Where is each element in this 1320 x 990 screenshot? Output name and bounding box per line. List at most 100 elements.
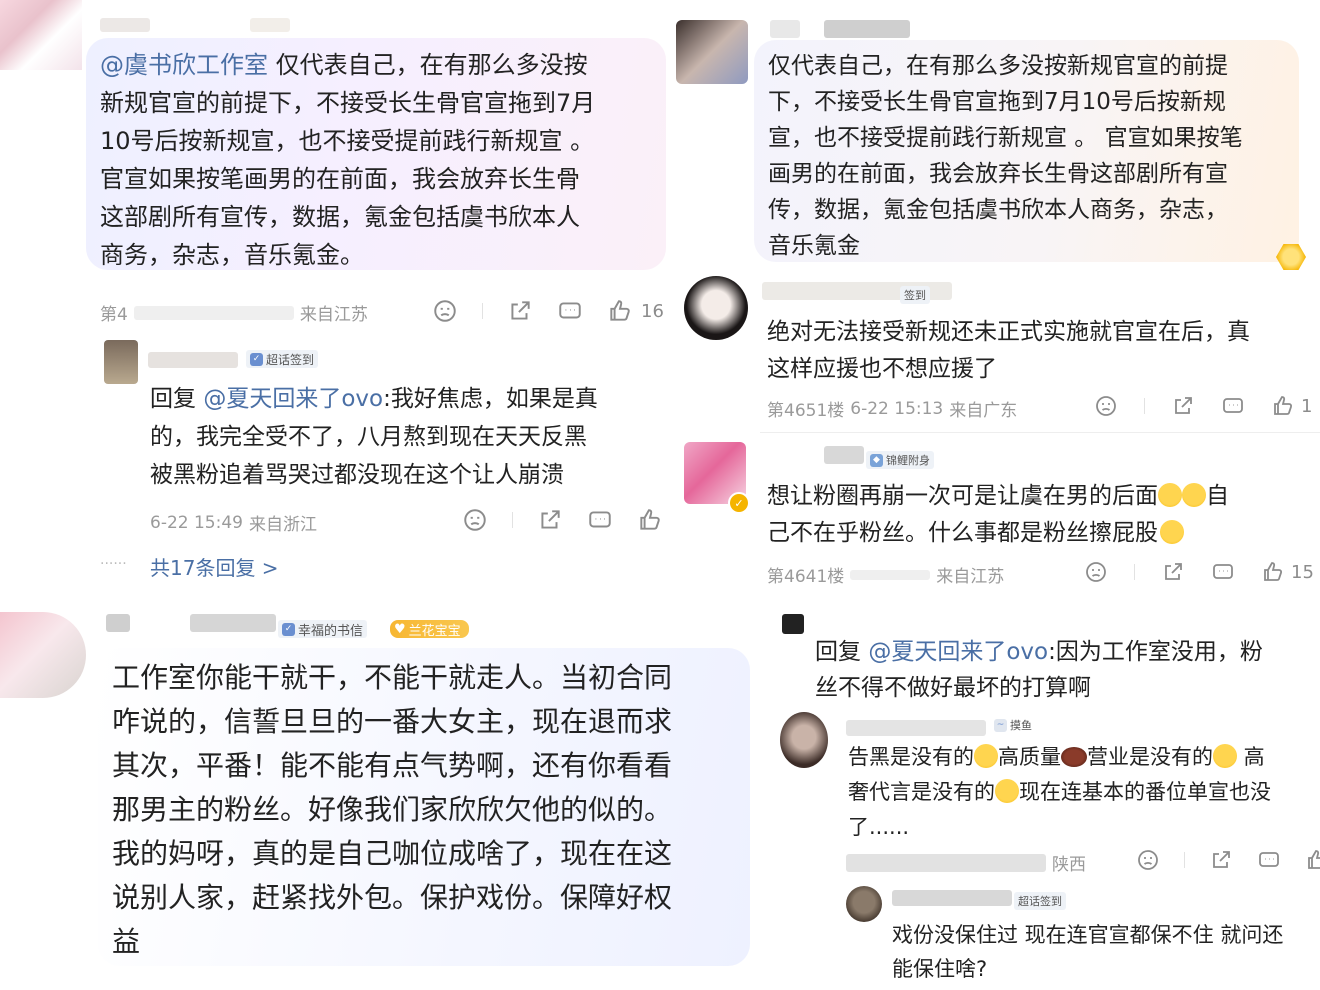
fish-badge-icon: ~ [994, 718, 1007, 732]
koi-badge-icon: ◆ [870, 453, 883, 467]
floor-number: 第4651楼 [767, 401, 845, 421]
comment-time: 6-22 15:13 [850, 398, 944, 419]
mention-link[interactable]: @夏天回来了ovo [868, 639, 1048, 665]
like-icon[interactable] [607, 298, 633, 324]
avatar-blurred[interactable] [782, 614, 804, 634]
username-blurred[interactable] [824, 446, 864, 464]
comment-bubble: 工作室你能干就干，不能干就走人。当初合同 咋说的，信誓旦旦的一番大女主，现在退而… [98, 648, 750, 966]
laugh-emoji-icon [995, 779, 1019, 803]
comment-bubble: 仅代表自己，在有那么多没按新规官宣的前提 下，不接受长生骨官宣拖到7月10号后按… [754, 40, 1299, 262]
action-bar: 15 [1084, 560, 1314, 584]
dislike-icon[interactable] [1094, 394, 1118, 418]
coffee-bean-emoji-icon [1061, 747, 1087, 767]
comment-icon[interactable] [1221, 394, 1245, 418]
reply-text: 告黑是没有的 高质量 营业是没有的 高奢代言是没有的 现在连基本的番位单宣也没 了..… [848, 744, 1271, 839]
comment-meta: 第4641楼 来自江苏 [767, 562, 1004, 587]
comment-text: 仅代表自己，在有那么多没按新规官宣的前提 下，不接受长生骨官宣拖到7月10号后按… [768, 53, 1243, 259]
fan-level-badge: ♥ 兰花宝宝 [390, 620, 469, 639]
divider [512, 512, 513, 528]
verified-icon: ✓ [728, 492, 750, 514]
username-blurred[interactable] [148, 352, 238, 368]
check-badge-icon: ✓ [250, 352, 263, 366]
location-text: 来自浙江 [248, 515, 317, 535]
like-icon[interactable] [1305, 848, 1320, 872]
comment-icon[interactable] [587, 507, 613, 533]
reply-time: 6-22 15:49 [150, 512, 243, 533]
username-blurred[interactable] [106, 614, 130, 632]
avatar[interactable] [104, 340, 138, 384]
avatar[interactable] [684, 276, 748, 340]
share-icon[interactable] [1171, 394, 1195, 418]
location-text: 来自江苏 [936, 567, 1005, 587]
check-badge-icon: ✓ [282, 622, 295, 636]
action-bar [462, 507, 663, 533]
username-blurred[interactable] [846, 720, 986, 736]
like-count: 1 [1301, 395, 1313, 417]
user-badge: ◆ 锦鲤附身 [866, 451, 934, 469]
like-icon[interactable] [1261, 560, 1285, 584]
avatar[interactable] [846, 886, 882, 922]
laugh-emoji-icon [1213, 744, 1237, 768]
reply-text: 回复 @夏天回来了ovo:我好焦虑，如果是真 的，我完全受不了，八月熬到现在天天… [150, 386, 598, 488]
divider [1134, 564, 1135, 580]
reply-meta: 陕西 [846, 850, 1086, 875]
comment-icon[interactable] [1211, 560, 1235, 584]
user-badge: ~ 摸鱼 [990, 716, 1036, 734]
divider [482, 303, 483, 319]
user-badge: 超话签到 [1014, 892, 1066, 910]
comment-text: 工作室你能干就干，不能干就走人。当初合同 咋说的，信誓旦旦的一番大女主，现在退而… [112, 661, 673, 958]
reply-text: 戏份没保住过 现在连官宣都保不住 就问还 能保住啥? [892, 923, 1284, 981]
divider [1184, 852, 1185, 868]
divider [1144, 398, 1145, 414]
username-blurred[interactable] [770, 20, 800, 38]
share-icon[interactable] [1209, 848, 1233, 872]
share-icon[interactable] [537, 507, 563, 533]
like-icon[interactable] [1271, 394, 1295, 418]
divider [760, 432, 1320, 433]
avatar[interactable] [0, 612, 86, 698]
dislike-icon[interactable] [432, 298, 458, 324]
user-badge: 签到 [900, 286, 930, 304]
laugh-emoji-icon [1158, 483, 1182, 507]
username-blurred[interactable] [824, 20, 910, 38]
kiss-emoji-icon [1160, 520, 1184, 544]
floor-number: 第4 [100, 305, 128, 325]
comment-icon[interactable] [557, 298, 583, 324]
user-badge: ✓ 幸福的书信 [278, 620, 368, 639]
like-count: 16 [641, 300, 664, 322]
laugh-emoji-icon [1182, 483, 1206, 507]
dislike-icon[interactable] [1136, 848, 1160, 872]
more-replies-link[interactable]: 共17条回复 > [150, 552, 279, 581]
comment-icon[interactable] [1257, 848, 1281, 872]
mention-link[interactable]: @虞书欣工作室 [100, 51, 268, 79]
dislike-icon[interactable] [462, 507, 488, 533]
reply-meta: 6-22 15:49 来自浙江 [150, 510, 317, 536]
comment-text: 想让粉圈再崩一次可是让虞在男的后面自 己不在乎粉丝。什么事都是粉丝擦屁股 [767, 483, 1229, 546]
heart-icon: ♥ [394, 621, 406, 637]
user-badge: ✓ 超话签到 [246, 350, 319, 368]
reply-text: 回复 @夏天回来了ovo:因为工作室没用，粉 丝不得不做好最坏的打算啊 [815, 639, 1263, 701]
avatar[interactable] [676, 20, 748, 84]
mention-link[interactable]: @夏天回来了ovo [203, 386, 383, 412]
avatar[interactable] [0, 0, 82, 70]
like-icon[interactable] [637, 507, 663, 533]
username-blurred[interactable] [190, 614, 276, 632]
action-bar: 1 [1094, 394, 1312, 418]
username-blurred[interactable] [100, 18, 150, 32]
laugh-emoji-icon [974, 744, 998, 768]
action-bar [1136, 848, 1320, 872]
username-blurred[interactable] [892, 890, 1012, 906]
comment-text: 绝对无法接受新规还未正式实施就官宣在后，真 这样应援也不想应援了 [767, 319, 1250, 382]
share-icon[interactable] [507, 298, 533, 324]
username-blurred[interactable] [250, 18, 290, 32]
location-text: 来自广东 [949, 401, 1018, 421]
dislike-icon[interactable] [1084, 560, 1108, 584]
action-bar: 16 [432, 298, 664, 324]
comment-meta: 第4 来自江苏 [100, 300, 368, 325]
comment-text: 仅代表自己，在有那么多没按 新规官宣的前提下，不接受长生骨官宣拖到7月 10号后… [100, 51, 596, 269]
meta-blurred [850, 569, 931, 580]
share-icon[interactable] [1161, 560, 1185, 584]
avatar[interactable] [780, 712, 828, 768]
comment-bubble: @虞书欣工作室 仅代表自己，在有那么多没按 新规官宣的前提下，不接受长生骨官宣拖… [86, 38, 666, 270]
meta-blurred [846, 853, 1046, 872]
